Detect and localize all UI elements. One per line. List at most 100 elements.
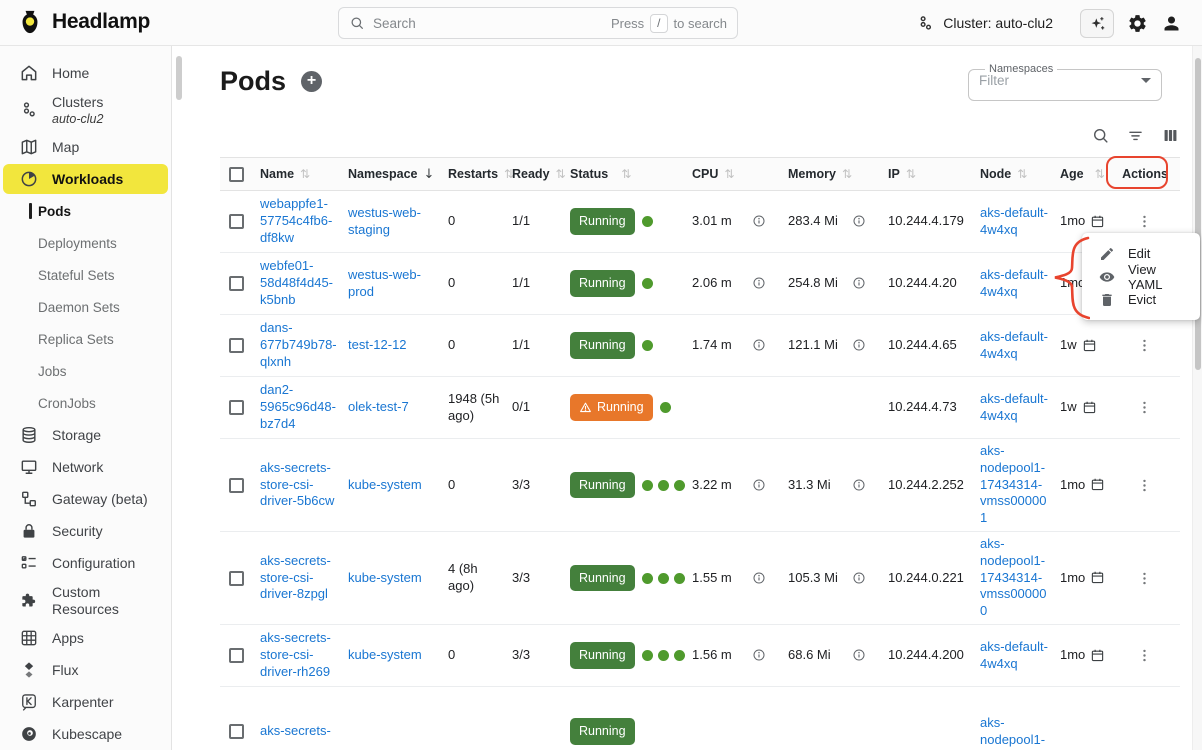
- sidebar-item-clusters[interactable]: Clustersauto-clu2: [0, 90, 171, 130]
- node-link[interactable]: aks-default-4w4xq: [980, 267, 1050, 301]
- info-icon[interactable]: [752, 648, 766, 662]
- row-actions-menu-button[interactable]: [1132, 566, 1156, 590]
- sidebar-item-flux[interactable]: Flux: [0, 655, 171, 685]
- row-checkbox[interactable]: [229, 571, 244, 586]
- sidebar-item-custom-resources[interactable]: Custom Resources: [0, 580, 171, 620]
- sidebar-item-cronjobs[interactable]: CronJobs: [0, 388, 171, 418]
- node-link[interactable]: aks-nodepool1-17434314-vmss000001: [980, 443, 1050, 527]
- row-checkbox[interactable]: [229, 648, 244, 663]
- pod-name-link[interactable]: aks-secrets-store-csi-driver-8zpgl: [260, 553, 338, 604]
- pod-name-link[interactable]: aks-secrets-store-csi-driver-rh269: [260, 630, 338, 681]
- namespace-link[interactable]: kube-system: [348, 570, 438, 587]
- namespace-link[interactable]: westus-web-prod: [348, 267, 438, 301]
- info-icon[interactable]: [852, 276, 866, 290]
- global-search-input[interactable]: Search Press / to search: [338, 7, 738, 39]
- namespace-cell: westus-web-prod: [348, 267, 448, 301]
- user-account-icon[interactable]: [1161, 13, 1182, 34]
- pod-name-link[interactable]: aks-secrets-store-csi-driver-5b6cw: [260, 460, 338, 511]
- namespace-link[interactable]: kube-system: [348, 647, 438, 664]
- sidebar-item-gateway[interactable]: Gateway (beta): [0, 484, 171, 514]
- column-header-ready[interactable]: Ready⇅: [512, 167, 570, 181]
- sidebar-item-apps[interactable]: Apps: [0, 623, 171, 653]
- create-pod-button[interactable]: +: [301, 71, 322, 92]
- sidebar-item-security[interactable]: Security: [0, 516, 171, 546]
- sidebar-item-workloads[interactable]: Workloads: [3, 164, 168, 194]
- sidebar-item-stateful-sets[interactable]: Stateful Sets: [0, 260, 171, 290]
- app-logo[interactable]: Headlamp: [16, 8, 150, 36]
- node-link[interactable]: aks-default-4w4xq: [980, 639, 1050, 673]
- sidebar-item-network[interactable]: Network: [0, 452, 171, 482]
- info-icon[interactable]: [852, 648, 866, 662]
- column-header-status[interactable]: Status⇅: [570, 167, 692, 181]
- sort-icon: ⇅: [842, 167, 852, 181]
- page-scrollbar-thumb[interactable]: [1195, 58, 1201, 370]
- node-link[interactable]: aks-default-4w4xq: [980, 391, 1050, 425]
- namespaces-filter-select[interactable]: Namespaces Filter: [968, 63, 1162, 101]
- sidebar-item-kubescape[interactable]: Kubescape: [0, 719, 171, 749]
- column-header-name[interactable]: Name⇅: [260, 167, 348, 181]
- column-header-node[interactable]: Node⇅: [980, 167, 1060, 181]
- row-checkbox[interactable]: [229, 214, 244, 229]
- column-header-memory[interactable]: Memory⇅: [788, 167, 888, 181]
- sort-icon: ⇅: [1017, 167, 1027, 181]
- sidebar-item-deployments[interactable]: Deployments: [0, 228, 171, 258]
- row-checkbox[interactable]: [229, 338, 244, 353]
- row-checkbox[interactable]: [229, 276, 244, 291]
- info-icon[interactable]: [852, 214, 866, 228]
- node-link[interactable]: aks-default-4w4xq: [980, 205, 1050, 239]
- info-icon[interactable]: [852, 338, 866, 352]
- select-all-checkbox[interactable]: [229, 167, 244, 182]
- sidebar-item-storage[interactable]: Storage: [0, 420, 171, 450]
- info-icon[interactable]: [752, 276, 766, 290]
- row-checkbox[interactable]: [229, 724, 244, 739]
- sidebar-item-map[interactable]: Map: [0, 132, 171, 162]
- menu-item-view-yaml[interactable]: View YAML: [1082, 265, 1200, 288]
- table-columns-icon[interactable]: [1161, 126, 1180, 145]
- row-actions-menu-button[interactable]: [1132, 396, 1156, 420]
- ai-assistant-button[interactable]: [1080, 9, 1114, 38]
- info-icon[interactable]: [852, 571, 866, 585]
- row-actions-menu-button[interactable]: [1132, 473, 1156, 497]
- table-search-icon[interactable]: [1091, 126, 1110, 145]
- info-icon[interactable]: [752, 214, 766, 228]
- sidebar-item-replica-sets[interactable]: Replica Sets: [0, 324, 171, 354]
- info-icon[interactable]: [752, 571, 766, 585]
- info-icon[interactable]: [852, 478, 866, 492]
- sidebar-scrollbar-thumb[interactable]: [176, 56, 182, 100]
- namespace-link[interactable]: test-12-12: [348, 337, 438, 354]
- namespace-link[interactable]: olek-test-7: [348, 399, 438, 416]
- row-checkbox[interactable]: [229, 478, 244, 493]
- info-icon[interactable]: [752, 338, 766, 352]
- pod-name-link[interactable]: dans-677b749b78-qlxnh: [260, 320, 338, 371]
- sidebar-item-configuration[interactable]: Configuration: [0, 548, 171, 578]
- column-header-restarts[interactable]: Restarts⇅: [448, 167, 512, 181]
- column-header-cpu[interactable]: CPU⇅: [692, 167, 788, 181]
- node-link[interactable]: aks-nodepool1-: [980, 715, 1050, 749]
- namespace-link[interactable]: westus-web-staging: [348, 205, 438, 239]
- pod-name-link[interactable]: webappfe1-57754c4fb6-df8kw: [260, 196, 338, 247]
- pod-name-link[interactable]: webfe01-58d48f4d45-k5bnb: [260, 258, 338, 309]
- pod-name-link[interactable]: aks-secrets-: [260, 723, 338, 740]
- table-filter-icon[interactable]: [1126, 126, 1145, 145]
- column-header-age[interactable]: Age⇅: [1060, 167, 1118, 181]
- sidebar-item-karpenter[interactable]: Karpenter: [0, 687, 171, 717]
- node-link[interactable]: aks-default-4w4xq: [980, 329, 1050, 363]
- row-actions-menu-button[interactable]: [1132, 210, 1156, 234]
- column-header-ip[interactable]: IP⇅: [888, 167, 980, 181]
- column-header-namespace[interactable]: Namespace↓: [348, 167, 448, 182]
- cluster-chooser-button[interactable]: Cluster: auto-clu2: [916, 14, 1053, 33]
- pod-name-link[interactable]: dan2-5965c96d48-bz7d4: [260, 382, 338, 433]
- sidebar-item-home[interactable]: Home: [0, 58, 171, 88]
- sidebar-item-jobs[interactable]: Jobs: [0, 356, 171, 386]
- row-actions-menu-button[interactable]: [1132, 334, 1156, 358]
- settings-gear-icon[interactable]: [1127, 13, 1148, 34]
- row-checkbox-cell: [220, 571, 260, 586]
- page-scrollbar[interactable]: [1192, 46, 1202, 750]
- row-checkbox[interactable]: [229, 400, 244, 415]
- sidebar-item-pods[interactable]: Pods: [0, 196, 171, 226]
- sidebar-item-daemon-sets[interactable]: Daemon Sets: [0, 292, 171, 322]
- info-icon[interactable]: [752, 478, 766, 492]
- row-actions-menu-button[interactable]: [1132, 644, 1156, 668]
- namespace-link[interactable]: kube-system: [348, 477, 438, 494]
- node-link[interactable]: aks-nodepool1-17434314-vmss000000: [980, 536, 1050, 620]
